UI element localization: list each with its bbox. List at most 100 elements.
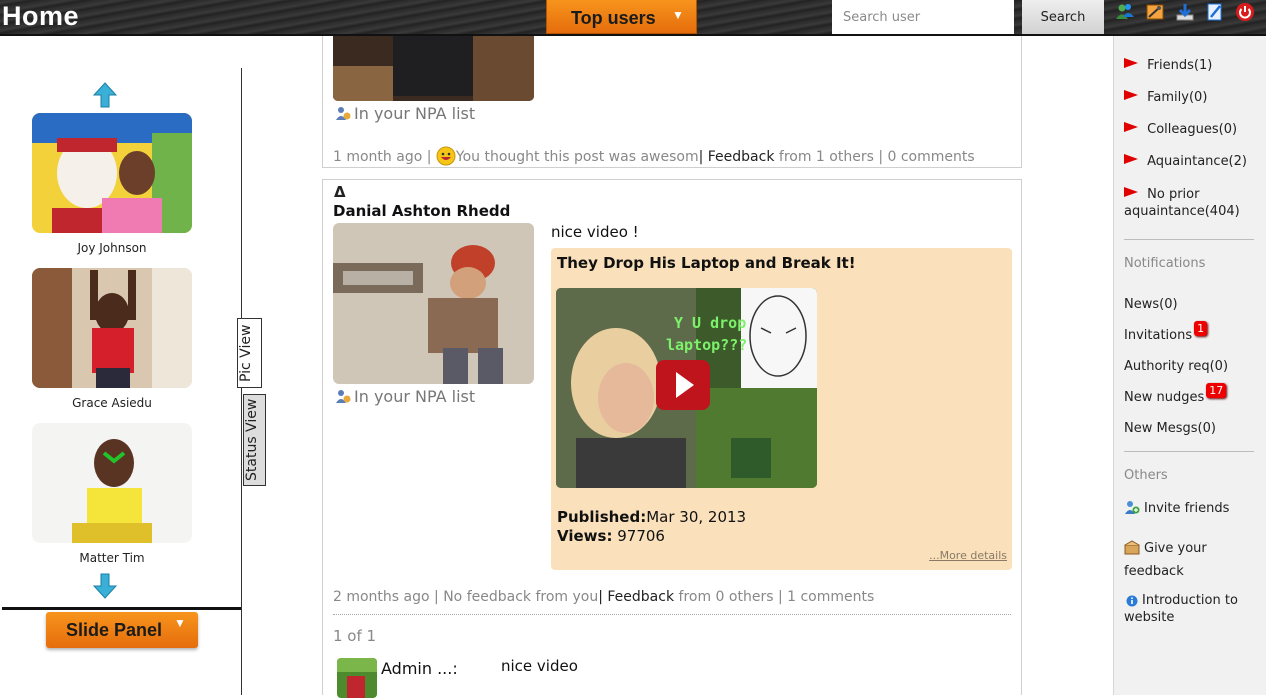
notification-news[interactable]: News(0) [1124, 297, 1178, 312]
invite-friends-link[interactable]: Invite friends [1124, 499, 1229, 516]
user-info-icon [336, 107, 351, 120]
divider [2, 607, 242, 610]
views-value: 97706 [617, 527, 665, 545]
group-aquaintance[interactable]: Aquaintance(2) [1124, 154, 1247, 169]
users-icon[interactable] [1115, 2, 1135, 22]
person-photo[interactable] [32, 113, 192, 233]
npa-label: In your NPA list [354, 387, 476, 406]
post-delta: Δ [334, 183, 346, 201]
divider [1124, 451, 1254, 452]
comment-author[interactable]: Admin ...: [381, 659, 458, 678]
group-label: Family(0) [1147, 90, 1208, 105]
more-details-link[interactable]: ...More details [929, 549, 1007, 562]
person-name[interactable]: Joy Johnson [32, 241, 192, 255]
search-button[interactable]: Search [1022, 0, 1104, 34]
info-icon [1126, 595, 1138, 607]
feedback-count: from 0 others [678, 589, 774, 605]
feedback-status: No feedback from you [443, 589, 599, 605]
page-title[interactable]: Home [2, 1, 79, 32]
notification-invitations[interactable]: Invitations 1 [1124, 321, 1208, 343]
nudges-badge: 17 [1206, 383, 1227, 398]
commenter-avatar[interactable] [337, 658, 377, 698]
download-icon[interactable] [1175, 2, 1195, 22]
tab-status-view[interactable]: Status View [243, 394, 266, 486]
npa-status: In your NPA list [335, 104, 475, 123]
give-feedback-line1: Give your [1144, 541, 1207, 556]
invitations-badge: 1 [1194, 321, 1208, 336]
search-input[interactable] [832, 0, 1014, 34]
red-flag-icon [1124, 187, 1138, 197]
tab-pic-view[interactable]: Pic View [237, 318, 262, 388]
npa-label: In your NPA list [354, 104, 476, 123]
group-no-prior-aquaintance[interactable]: No prior aquaintance(404) [1124, 186, 1240, 220]
edit-icon[interactable] [1205, 2, 1225, 22]
group-friends[interactable]: Friends(1) [1124, 58, 1212, 73]
top-users-button[interactable]: Top users ▼ [546, 0, 697, 34]
give-feedback-line2: feedback [1124, 564, 1184, 579]
feed-post: In your NPA list 1 month ago | You thoug… [322, 36, 1022, 168]
published-value: Mar 30, 2013 [646, 508, 747, 526]
chevron-down-icon: ▼ [672, 8, 684, 22]
group-label-line2: aquaintance(404) [1124, 204, 1240, 219]
right-sidebar: Friends(1) Family(0) Colleagues(0) Aquai… [1113, 36, 1266, 695]
notification-nudges[interactable]: New nudges 17 [1124, 383, 1227, 405]
post-author[interactable]: Danial Ashton Rhedd [333, 202, 510, 220]
introduction-line1: Introduction to [1142, 593, 1238, 608]
npa-status: In your NPA list [335, 387, 475, 406]
video-still: Y U drop laptop??? [556, 288, 817, 488]
video-card[interactable]: They Drop His Laptop and Break It! Y U d… [551, 248, 1012, 570]
comments-link[interactable]: 0 comments [888, 149, 975, 165]
settings-icon[interactable] [1145, 2, 1165, 22]
person-name[interactable]: Grace Asiedu [32, 396, 192, 410]
video-caption-line1: Y U drop [674, 314, 746, 332]
slide-panel-label: Slide Panel [66, 619, 163, 640]
nudges-label: New nudges [1124, 390, 1205, 405]
red-flag-icon [1124, 122, 1138, 132]
power-icon[interactable] [1235, 2, 1255, 22]
video-title[interactable]: They Drop His Laptop and Break It! [557, 254, 856, 272]
group-label: Friends(1) [1147, 58, 1213, 73]
slide-panel-button[interactable]: Slide Panel ▼ [46, 612, 198, 648]
others-heading: Others [1124, 468, 1168, 483]
invitations-label: Invitations [1124, 328, 1193, 343]
introduction-link[interactable]: Introduction to website [1124, 592, 1238, 626]
notification-messages[interactable]: New Mesgs(0) [1124, 421, 1216, 436]
arrow-up-icon[interactable] [93, 82, 117, 108]
group-label: Colleagues(0) [1147, 122, 1238, 137]
group-label-line1: No prior [1147, 187, 1200, 202]
smiley-icon [436, 146, 456, 166]
arrow-down-icon[interactable] [93, 573, 117, 599]
give-feedback-link[interactable]: Give your feedback [1124, 537, 1207, 583]
post-image[interactable] [333, 36, 534, 101]
video-thumbnail[interactable]: Y U drop laptop??? [556, 288, 817, 488]
red-flag-icon [1124, 154, 1138, 164]
feedback-link[interactable]: Feedback [708, 149, 775, 165]
comments-link[interactable]: 1 comments [787, 589, 874, 605]
comments-pager[interactable]: 1 of 1 [333, 627, 376, 645]
comment-text: nice video [501, 657, 578, 675]
user-info-icon [336, 390, 351, 403]
person-card-matter-tim[interactable]: Matter Tim [32, 423, 192, 565]
red-flag-icon [1124, 58, 1138, 68]
notification-authority[interactable]: Authority req(0) [1124, 359, 1228, 374]
post-meta: 1 month ago | You thought this post was … [333, 146, 975, 166]
reaction-text: You thought this post was awesom [455, 149, 699, 165]
feedback-box-icon [1124, 540, 1140, 555]
group-family[interactable]: Family(0) [1124, 90, 1207, 105]
author-avatar[interactable] [333, 223, 534, 384]
published-label: Published: [557, 508, 647, 526]
invite-friends-icon [1125, 501, 1140, 514]
person-photo[interactable] [32, 423, 192, 543]
post-time: 2 months ago [333, 589, 430, 605]
person-name[interactable]: Matter Tim [32, 551, 192, 565]
feed-post: Δ Danial Ashton Rhedd In your NPA list n… [322, 179, 1022, 698]
group-colleagues[interactable]: Colleagues(0) [1124, 122, 1237, 137]
person-card-grace-asiedu[interactable]: Grace Asiedu [32, 268, 192, 410]
feedback-count: from 1 others [778, 149, 874, 165]
video-published: Published:Mar 30, 2013 [557, 508, 746, 526]
person-card-joy-johnson[interactable]: Joy Johnson [32, 113, 192, 255]
top-users-label: Top users [571, 8, 656, 28]
chevron-down-icon: ▼ [174, 616, 186, 630]
feedback-link[interactable]: Feedback [607, 589, 674, 605]
person-photo[interactable] [32, 268, 192, 388]
